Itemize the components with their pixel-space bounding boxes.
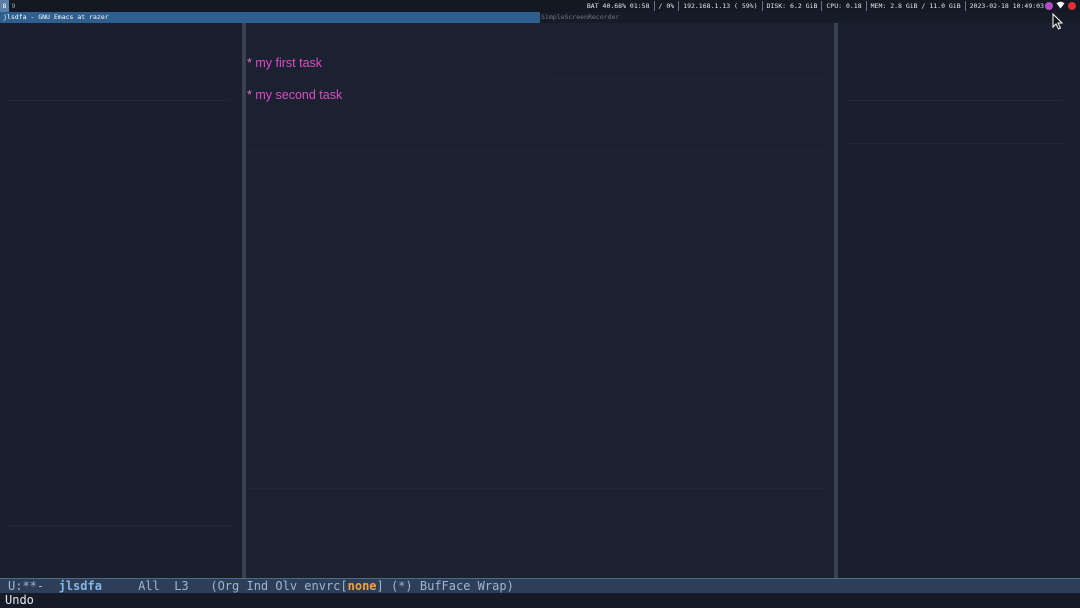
buffer-position: All	[138, 579, 160, 593]
tray-app-icon[interactable]	[1045, 2, 1053, 10]
heading-text: my second task	[255, 88, 343, 102]
major-minor-modes[interactable]: (Org Ind Olv envrc[	[210, 579, 347, 593]
minor-modes-tail[interactable]: ] (*) BufFace Wrap)	[377, 579, 514, 593]
background-app-rule	[848, 100, 1063, 101]
system-status-bar: 8 9 BAT 40.68% 01:58 / 0% 192.168.1.13 ( 5…	[0, 0, 1080, 12]
emacs-mode-line: U:**- jlsdfa All L3 (Org Ind Olv envrc[n…	[0, 578, 1080, 593]
clock: 2023-02-18 10:49:03	[969, 2, 1044, 10]
cpu-status: CPU: 0.18	[826, 2, 862, 10]
org-heading[interactable]: * my second task	[247, 88, 342, 102]
workspace-9[interactable]: 9	[9, 0, 18, 12]
background-app-rule	[548, 78, 828, 79]
heading-text: my first task	[255, 56, 323, 70]
buffer-state: U:**-	[8, 579, 45, 593]
separator	[821, 1, 823, 11]
mouse-pointer-icon	[1052, 12, 1064, 34]
disk-io-status: / 0%	[658, 2, 675, 10]
separator	[761, 1, 763, 11]
buffer-name[interactable]: jlsdfa	[59, 579, 102, 593]
recorder-window-tab[interactable]: SimpleScreenRecorder	[541, 12, 619, 23]
battery-status: BAT 40.68% 01:58	[586, 2, 650, 10]
envrc-status: none	[347, 579, 377, 593]
background-app-rule	[848, 143, 1063, 144]
echo-message: Undo	[5, 593, 34, 607]
workspace-8[interactable]: 8	[0, 0, 9, 12]
left-margin-pane	[0, 23, 242, 578]
separator	[964, 1, 966, 11]
network-status: 192.168.1.13 ( 59%)	[683, 2, 758, 10]
wifi-icon[interactable]	[1056, 1, 1065, 11]
org-buffer[interactable]	[246, 23, 834, 578]
separator	[865, 1, 867, 11]
separator	[653, 1, 655, 11]
system-stats: BAT 40.68% 01:58 / 0% 192.168.1.13 ( 59%) D…	[587, 0, 1044, 12]
workspace-list: 8 9	[0, 0, 18, 12]
org-heading[interactable]: * my first task	[247, 56, 322, 70]
right-margin-pane	[838, 23, 1080, 578]
background-app-rule	[250, 488, 825, 489]
heading-star: *	[247, 56, 252, 70]
background-app-rule	[8, 100, 228, 101]
system-tray	[1045, 1, 1076, 11]
window-title-bar: jlsdfa - GNU Emacs at razer SimpleScreen…	[0, 12, 1080, 23]
recorder-icon[interactable]	[1068, 2, 1076, 10]
heading-star: *	[247, 88, 252, 102]
minibuffer[interactable]: Undo	[0, 593, 1080, 608]
memory-status: MEM: 2.8 GiB / 11.0 GiB	[870, 2, 961, 10]
line-number: L3	[174, 579, 189, 593]
emacs-window-tab[interactable]: jlsdfa - GNU Emacs at razer	[0, 12, 540, 23]
background-app-rule	[250, 150, 825, 151]
background-app-rule	[8, 525, 233, 526]
separator	[678, 1, 680, 11]
disk-status: DISK: 6.2 GiB	[766, 2, 818, 10]
